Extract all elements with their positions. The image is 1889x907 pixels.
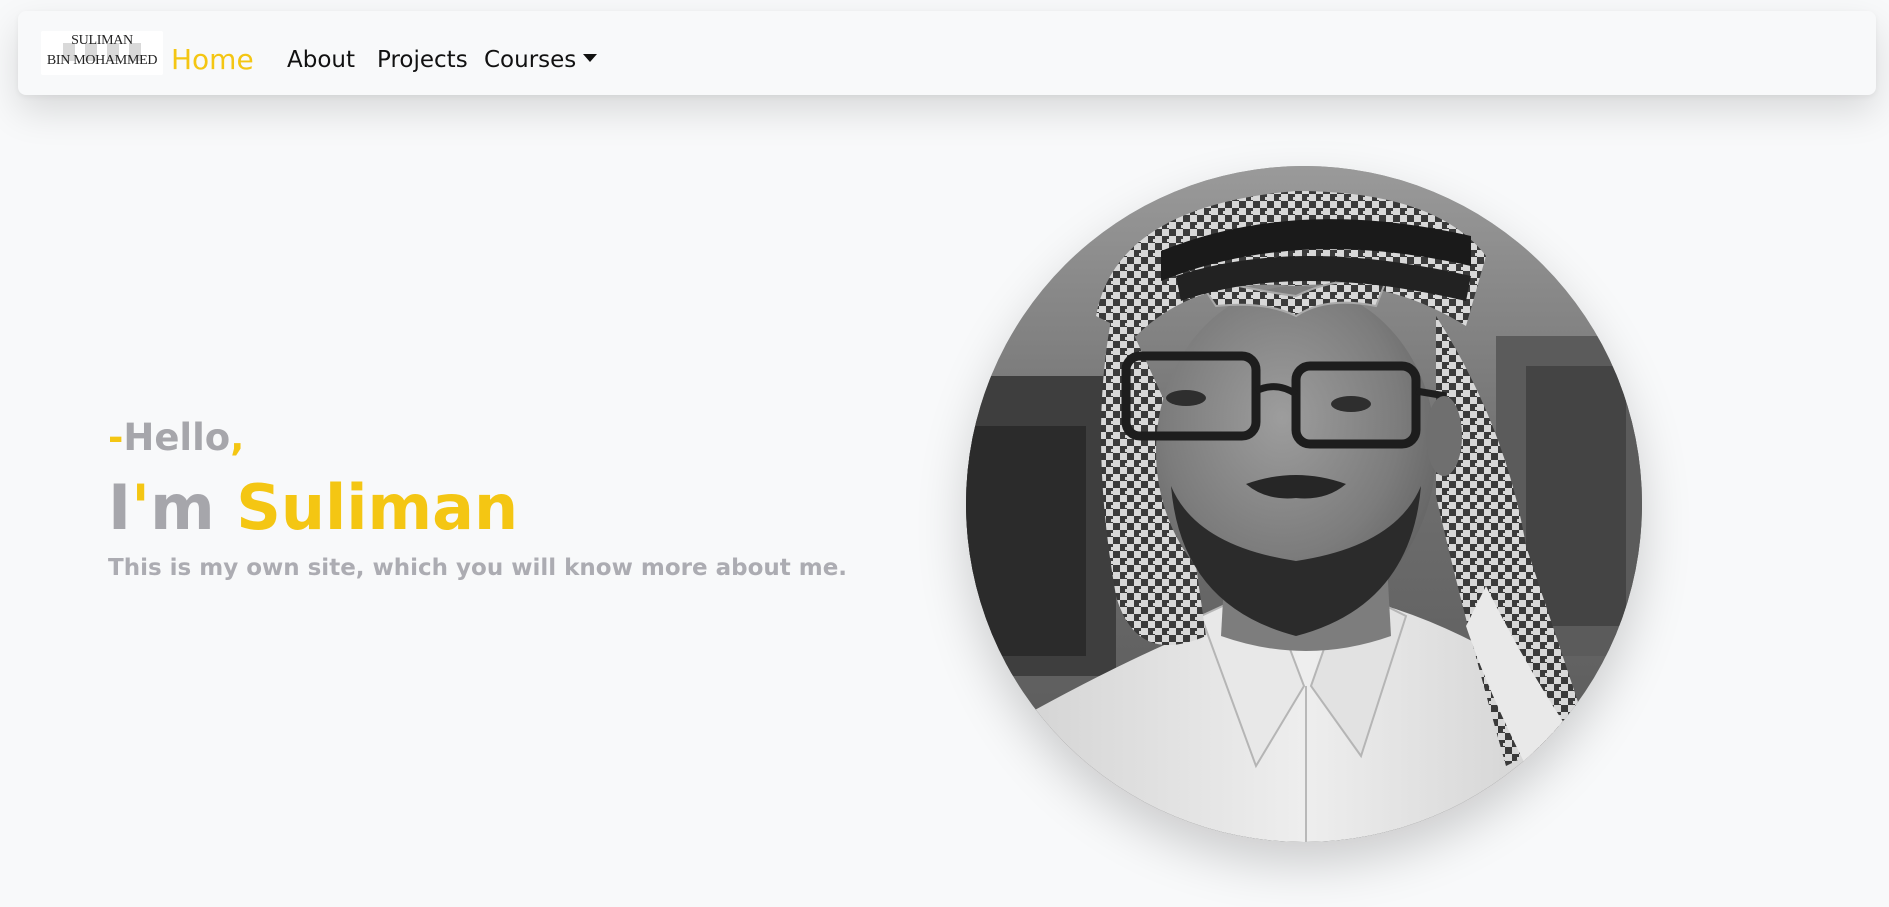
title-apostrophe: ' xyxy=(131,471,151,544)
profile-photo xyxy=(966,166,1642,842)
hero-name: Suliman xyxy=(236,471,519,544)
caret-down-icon xyxy=(583,54,598,62)
portrait-illustration xyxy=(966,166,1642,842)
greeting-word: Hello xyxy=(123,416,231,459)
hero-greeting: -Hello, xyxy=(108,410,847,466)
brand-logo[interactable]: SULIMAN BIN MOHAMMED xyxy=(41,31,163,75)
nav-link-home[interactable]: Home xyxy=(171,38,254,82)
nav-link-projects[interactable]: Projects xyxy=(377,38,468,82)
brand-line-1: SULIMAN xyxy=(71,33,133,48)
nav-link-courses-label: Courses xyxy=(484,47,577,73)
brand-line-2: BIN MOHAMMED xyxy=(46,53,158,68)
hero-title: I'm Suliman xyxy=(108,466,847,550)
navbar: SULIMAN BIN MOHAMMED Home About Projects… xyxy=(18,11,1876,95)
hero-tagline: This is my own site, which you will know… xyxy=(108,555,848,581)
title-m: m xyxy=(150,471,215,544)
greeting-comma: , xyxy=(230,416,245,459)
greeting-dash: - xyxy=(108,416,124,459)
title-i: I xyxy=(108,471,132,544)
hero-intro: -Hello, I'm Suliman This is my own site,… xyxy=(108,410,847,586)
nav-link-about[interactable]: About xyxy=(287,38,355,82)
nav-dropdown-courses[interactable]: Courses xyxy=(484,38,598,82)
